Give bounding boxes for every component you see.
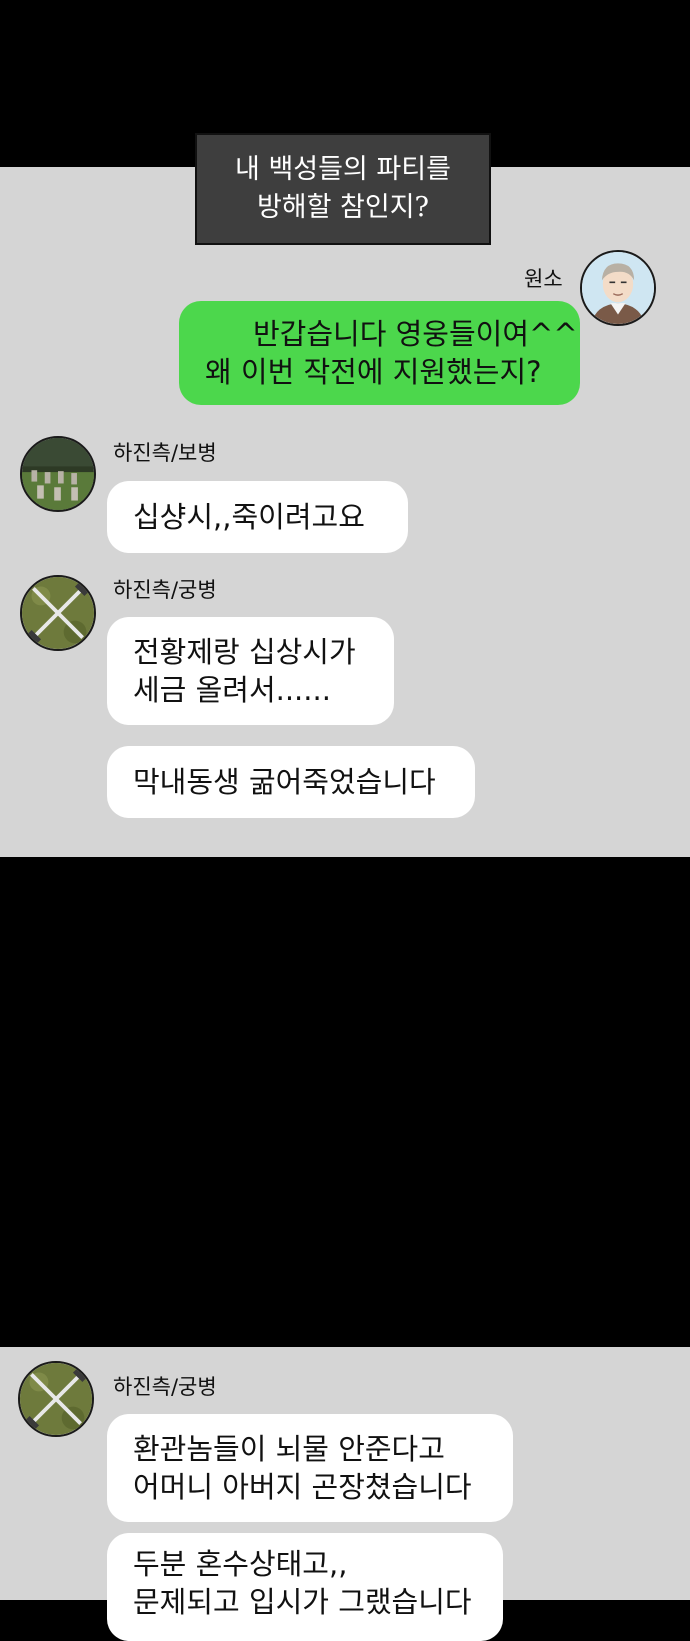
middle-black-band (0, 857, 690, 1347)
narration-caption: 내 백성들의 파티를 방해할 참인지? (195, 133, 491, 245)
chat-bubble-archer-1: 전황제랑 십상시가 세금 올려서...... (107, 617, 394, 725)
caption-line-2: 방해할 참인지? (256, 192, 430, 223)
bubble-line: 두분 혼수상태고,, (133, 1547, 348, 1581)
bubble-line: 왜 이번 작전에 지원했는지? (205, 355, 542, 389)
crossed-swords-icon (22, 577, 94, 649)
man-portrait-icon (582, 252, 654, 324)
avatar-archer[interactable] (20, 575, 96, 651)
bubble-line: 십샹시,,죽이려고요 (133, 500, 365, 534)
bubble-line: 어머니 아버지 곤장쳤습니다 (133, 1470, 472, 1504)
chat-bubble-infantry: 십샹시,,죽이려고요 (107, 481, 408, 553)
sender-name-wonso: 원소 (524, 267, 563, 291)
bubble-line: 전황제랑 십상시가 (133, 635, 356, 669)
bubble-line: 세금 올려서...... (133, 673, 331, 707)
bubble-line: 문제되고 입시가 그랬습니다 (133, 1585, 472, 1619)
sender-name-archer: 하진측/궁병 (113, 578, 217, 602)
graveyard-icon (22, 438, 94, 510)
chat-bubble-archer-4: 두분 혼수상태고,, 문제되고 입시가 그랬습니다 (107, 1533, 503, 1641)
bubble-line: 환관놈들이 뇌물 안준다고 (133, 1432, 445, 1466)
caption-line-1: 내 백성들의 파티를 (235, 154, 451, 185)
bubble-line: 막내동생 굶어죽었습니다 (133, 765, 436, 799)
avatar-wonso[interactable] (580, 250, 656, 326)
sender-name-infantry: 하진측/보병 (113, 441, 217, 465)
bubble-line: 반갑습니다 영웅들이여^^ (253, 317, 578, 351)
chat-bubble-wonso: 반갑습니다 영웅들이여^^ 왜 이번 작전에 지원했는지? (179, 301, 580, 405)
sender-name-archer-2: 하진측/궁병 (113, 1375, 217, 1399)
chat-bubble-archer-3: 환관놈들이 뇌물 안준다고 어머니 아버지 곤장쳤습니다 (107, 1414, 513, 1522)
crossed-swords-icon (20, 1363, 92, 1435)
chat-bubble-archer-2: 막내동생 굶어죽었습니다 (107, 746, 475, 818)
avatar-infantry[interactable] (20, 436, 96, 512)
avatar-archer-2[interactable] (18, 1361, 94, 1437)
